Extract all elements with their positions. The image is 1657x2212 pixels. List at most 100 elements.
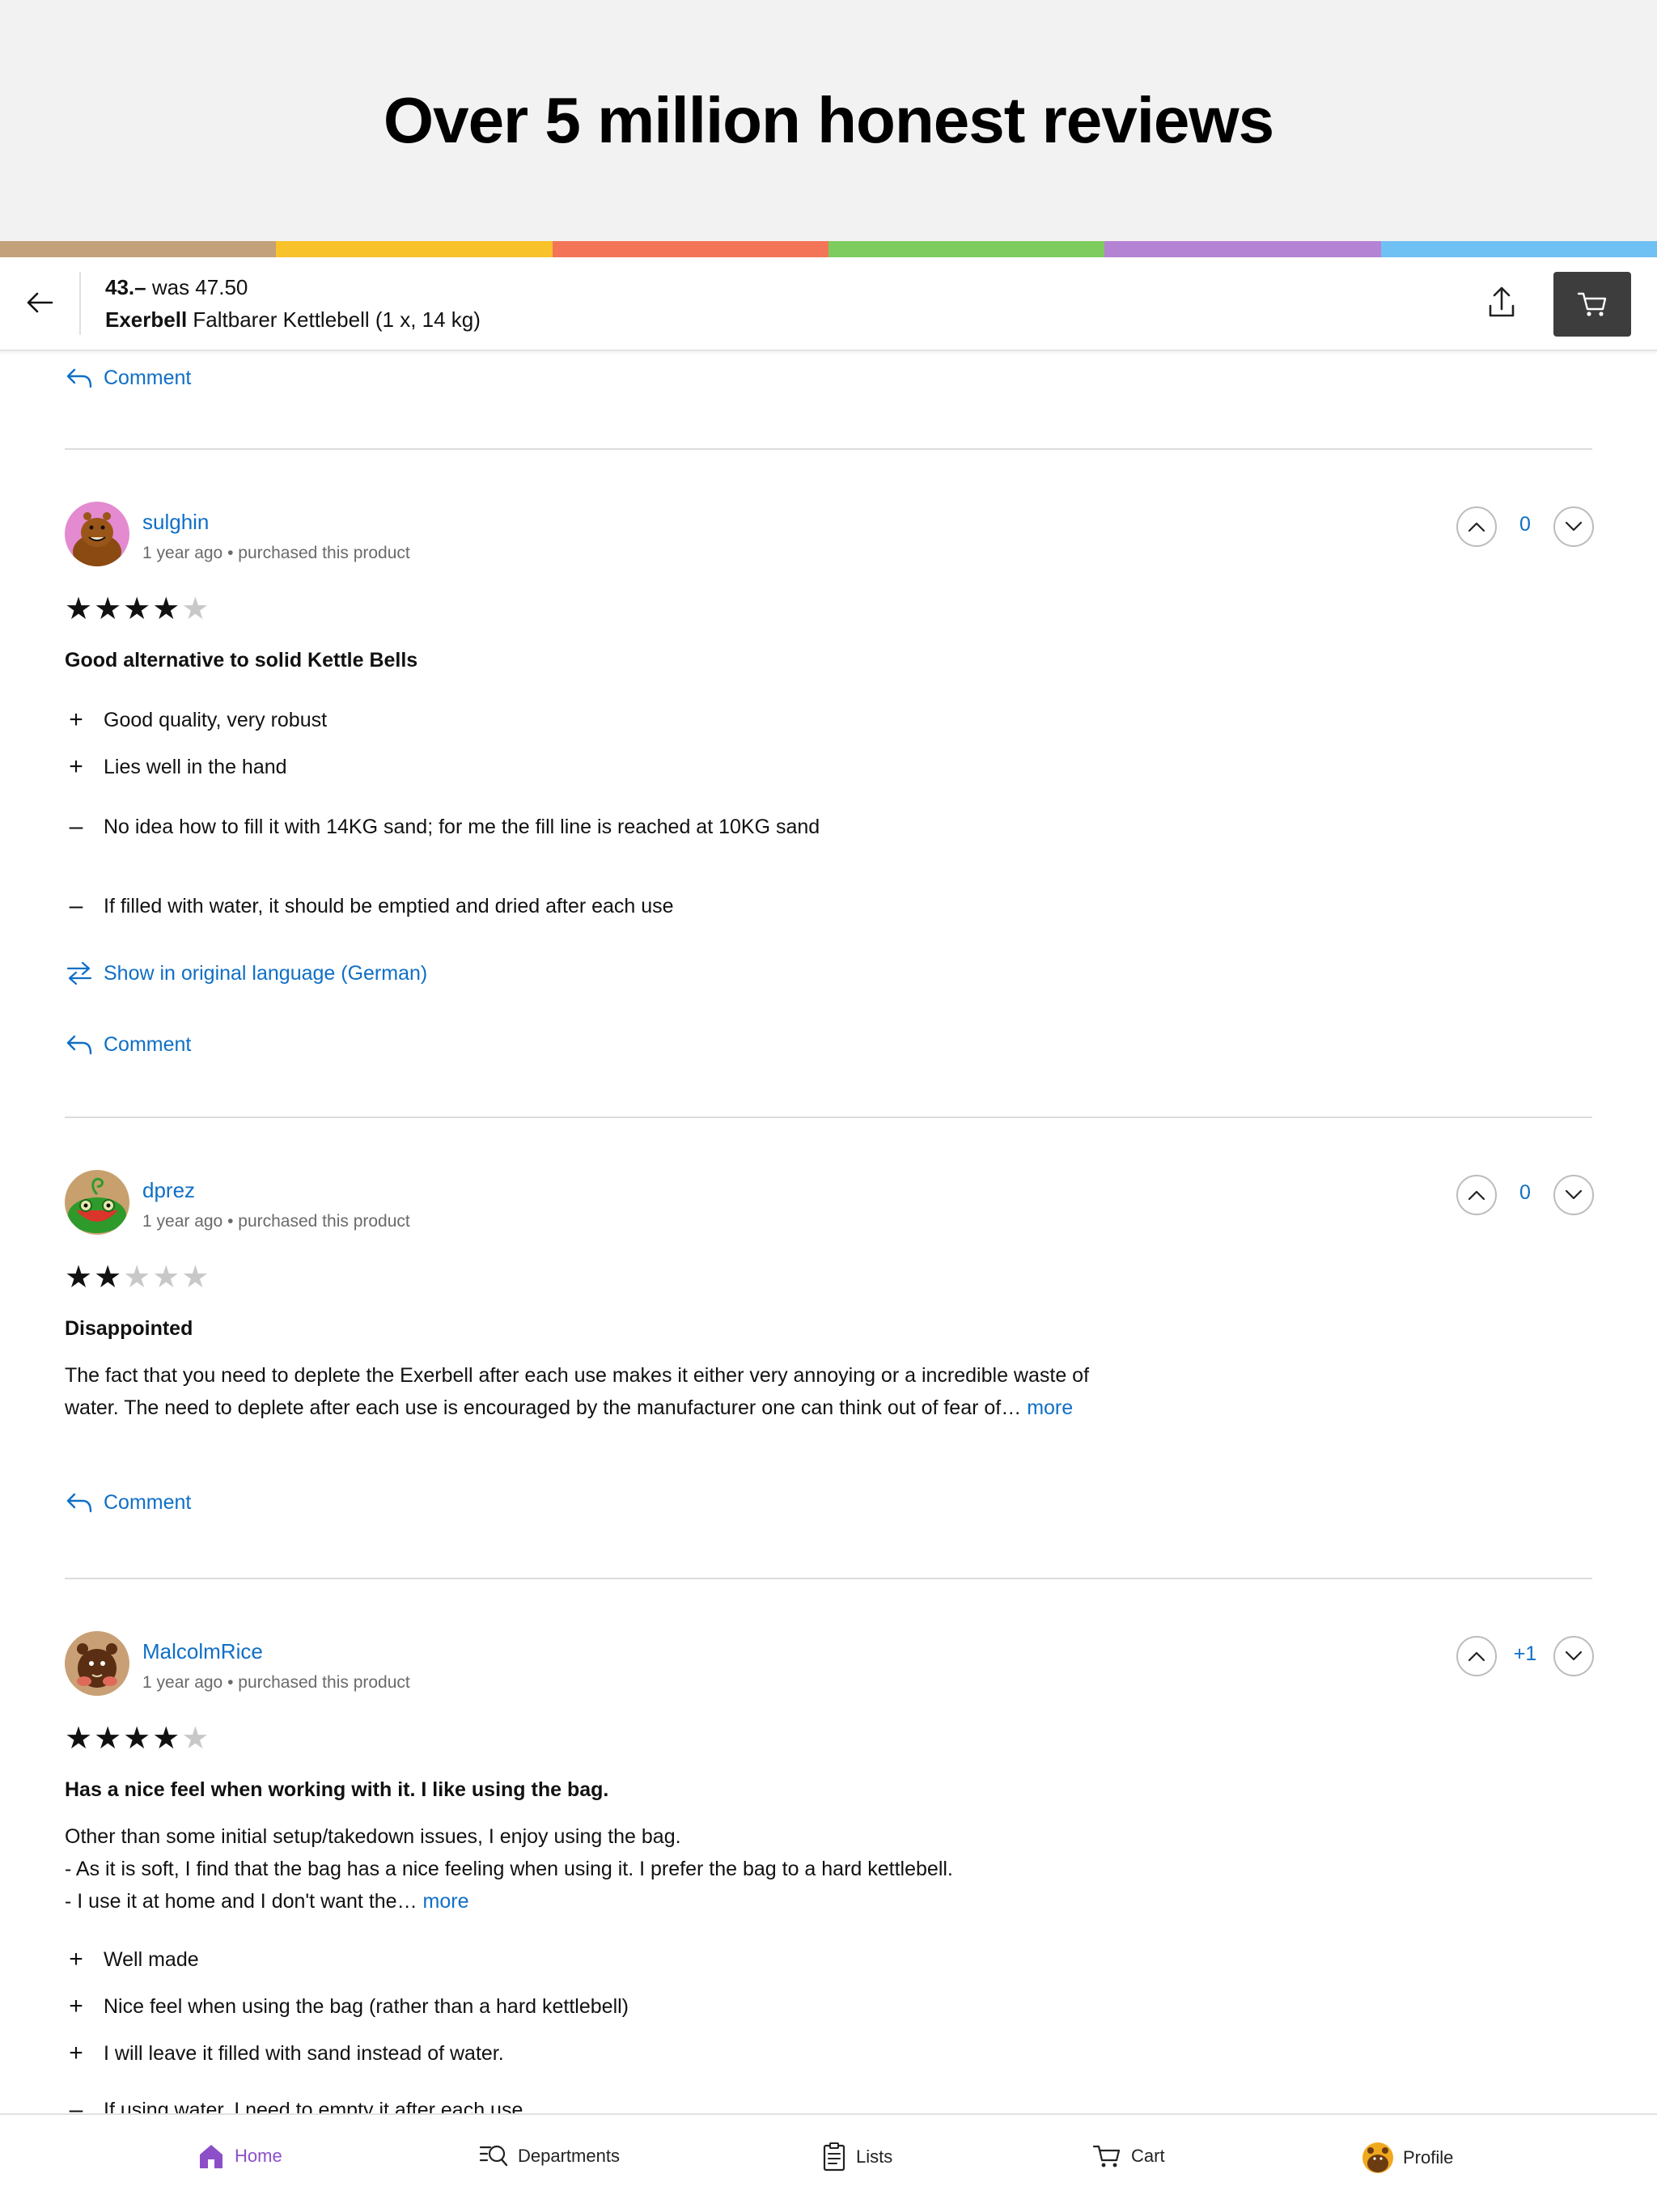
star-icon: ★ [123,1261,151,1295]
more-link[interactable]: more [1027,1396,1073,1419]
avatar[interactable] [65,1170,129,1235]
downvote-button[interactable] [1553,1636,1594,1676]
nav-cart[interactable]: Cart [1092,2142,1165,2170]
reviewer-name[interactable]: sulghin [142,510,209,535]
con-item: – No idea how to fill it with 14KG sand; … [65,811,874,843]
minus-icon: – [69,892,83,919]
comment-label: Comment [104,1490,192,1514]
chameleon-avatar-icon [65,1170,129,1235]
chevron-down-icon [1565,521,1583,532]
purchased-badge: purchased this product [238,1212,410,1231]
comment-link[interactable]: Comment [65,1032,191,1057]
chevron-down-icon [1565,1189,1583,1200]
downvote-button[interactable] [1553,1175,1594,1215]
translate-link[interactable]: Show in original language (German) [65,961,427,985]
review-divider [65,448,1592,450]
banner-title: Over 5 million honest reviews [383,84,1274,156]
review-title: Has a nice feel when working with it. I … [65,1778,609,1801]
star-icon: ★ [65,1722,93,1756]
downvote-button[interactable] [1553,506,1594,547]
star-icon: ★ [123,1722,151,1756]
stripe-segment [276,241,553,257]
review-title: Disappointed [65,1317,193,1340]
comment-link[interactable]: Comment [65,366,191,390]
star-rating: ★ ★ ★ ★ ★ [65,594,209,625]
review-meta: 1 year ago • purchased this product [142,1212,410,1231]
vote-count: 0 [1519,513,1531,536]
review-body-line: - I use it at home and I don't want the… [65,1890,417,1913]
plus-icon: + [69,1946,83,1973]
comment-label: Comment [104,1032,192,1056]
review-time: 1 year ago [142,1212,223,1231]
reviewer-name[interactable]: MalcolmRice [142,1639,263,1664]
minus-icon: – [69,813,83,840]
star-icon: ★ [65,1261,93,1295]
list-icon [823,2142,845,2172]
current-price: 43.– [105,275,146,299]
star-icon: ★ [65,592,93,626]
price-line: 43.– was 47.50 [105,275,248,300]
reviewer-name[interactable]: dprez [142,1178,195,1203]
plus-icon: + [69,706,83,733]
upvote-button[interactable] [1456,1636,1497,1676]
hippo-avatar-icon [65,502,129,566]
product-name: Faltbarer Kettlebell (1 x, 14 kg) [193,307,481,332]
review-divider [65,1578,1592,1579]
review-body-text: The fact that you need to deplete the Ex… [65,1364,1090,1419]
purchased-badge: purchased this product [238,544,410,562]
review-body-line: Other than some initial setup/takedown i… [65,1825,681,1848]
avatar[interactable] [65,502,129,566]
share-button[interactable] [1481,280,1523,325]
review-meta: 1 year ago • purchased this product [142,544,410,562]
product-header-bar: 43.– was 47.50 Exerbell Faltbarer Kettle… [0,257,1657,351]
con-item: – If filled with water, it should be empt… [65,890,874,922]
pro-item: + Good quality, very robust [65,704,874,736]
star-icon: ★ [94,1722,122,1756]
plus-icon: + [69,2040,83,2066]
cart-icon [1092,2145,1121,2168]
review-time: 1 year ago [142,544,223,562]
promo-banner: Over 5 million honest reviews [0,0,1657,241]
review-body: The fact that you need to deplete the Ex… [65,1359,1133,1424]
review-body-line-last: - I use it at home and I don't want the…… [65,1885,1133,1917]
more-link[interactable]: more [423,1890,469,1913]
review-divider [65,1117,1592,1118]
upvote-button[interactable] [1456,506,1497,547]
profile-avatar-icon [1362,2142,1393,2173]
pro-item: + Nice feel when using the bag (rather th… [65,1990,874,2023]
comment-link[interactable]: Comment [65,1490,191,1515]
reply-icon [66,1035,92,1055]
nav-lists[interactable]: Lists [822,2142,892,2172]
chevron-up-icon [1468,1190,1485,1201]
nav-profile[interactable]: Profile [1362,2142,1453,2173]
star-icon: ★ [152,1261,180,1295]
home-icon [200,2145,222,2168]
star-rating: ★ ★ ★ ★ ★ [65,1723,209,1754]
previous-price: was 47.50 [151,275,248,299]
star-icon: ★ [94,1261,122,1295]
star-icon: ★ [181,1722,210,1756]
stripe-segment [1104,241,1381,257]
plus-icon: + [69,753,83,780]
pro-item: + Lies well in the hand [65,751,874,783]
product-name-line[interactable]: Exerbell Faltbarer Kettlebell (1 x, 14 k… [105,307,481,333]
cart-icon [1577,292,1607,316]
star-icon: ★ [94,592,122,626]
vote-control: 0 [1456,506,1594,547]
nav-home[interactable]: Home [197,2142,282,2170]
nav-departments[interactable]: Departments [479,2142,620,2170]
star-rating: ★ ★ ★ ★ ★ [65,1262,209,1293]
pro-item: + I will leave it filled with sand instea… [65,2037,874,2070]
avatar[interactable] [65,1631,129,1696]
vote-count: 0 [1519,1181,1531,1204]
color-stripe [0,241,1657,257]
nav-lists-label: Lists [856,2146,893,2167]
review-title: Good alternative to solid Kettle Bells [65,649,418,672]
reply-icon [66,368,92,388]
add-to-cart-button[interactable] [1553,272,1631,337]
chevron-up-icon [1468,1651,1485,1662]
stripe-segment [0,241,277,257]
back-button[interactable] [19,282,61,324]
review-meta: 1 year ago • purchased this product [142,1673,410,1692]
upvote-button[interactable] [1456,1175,1497,1215]
